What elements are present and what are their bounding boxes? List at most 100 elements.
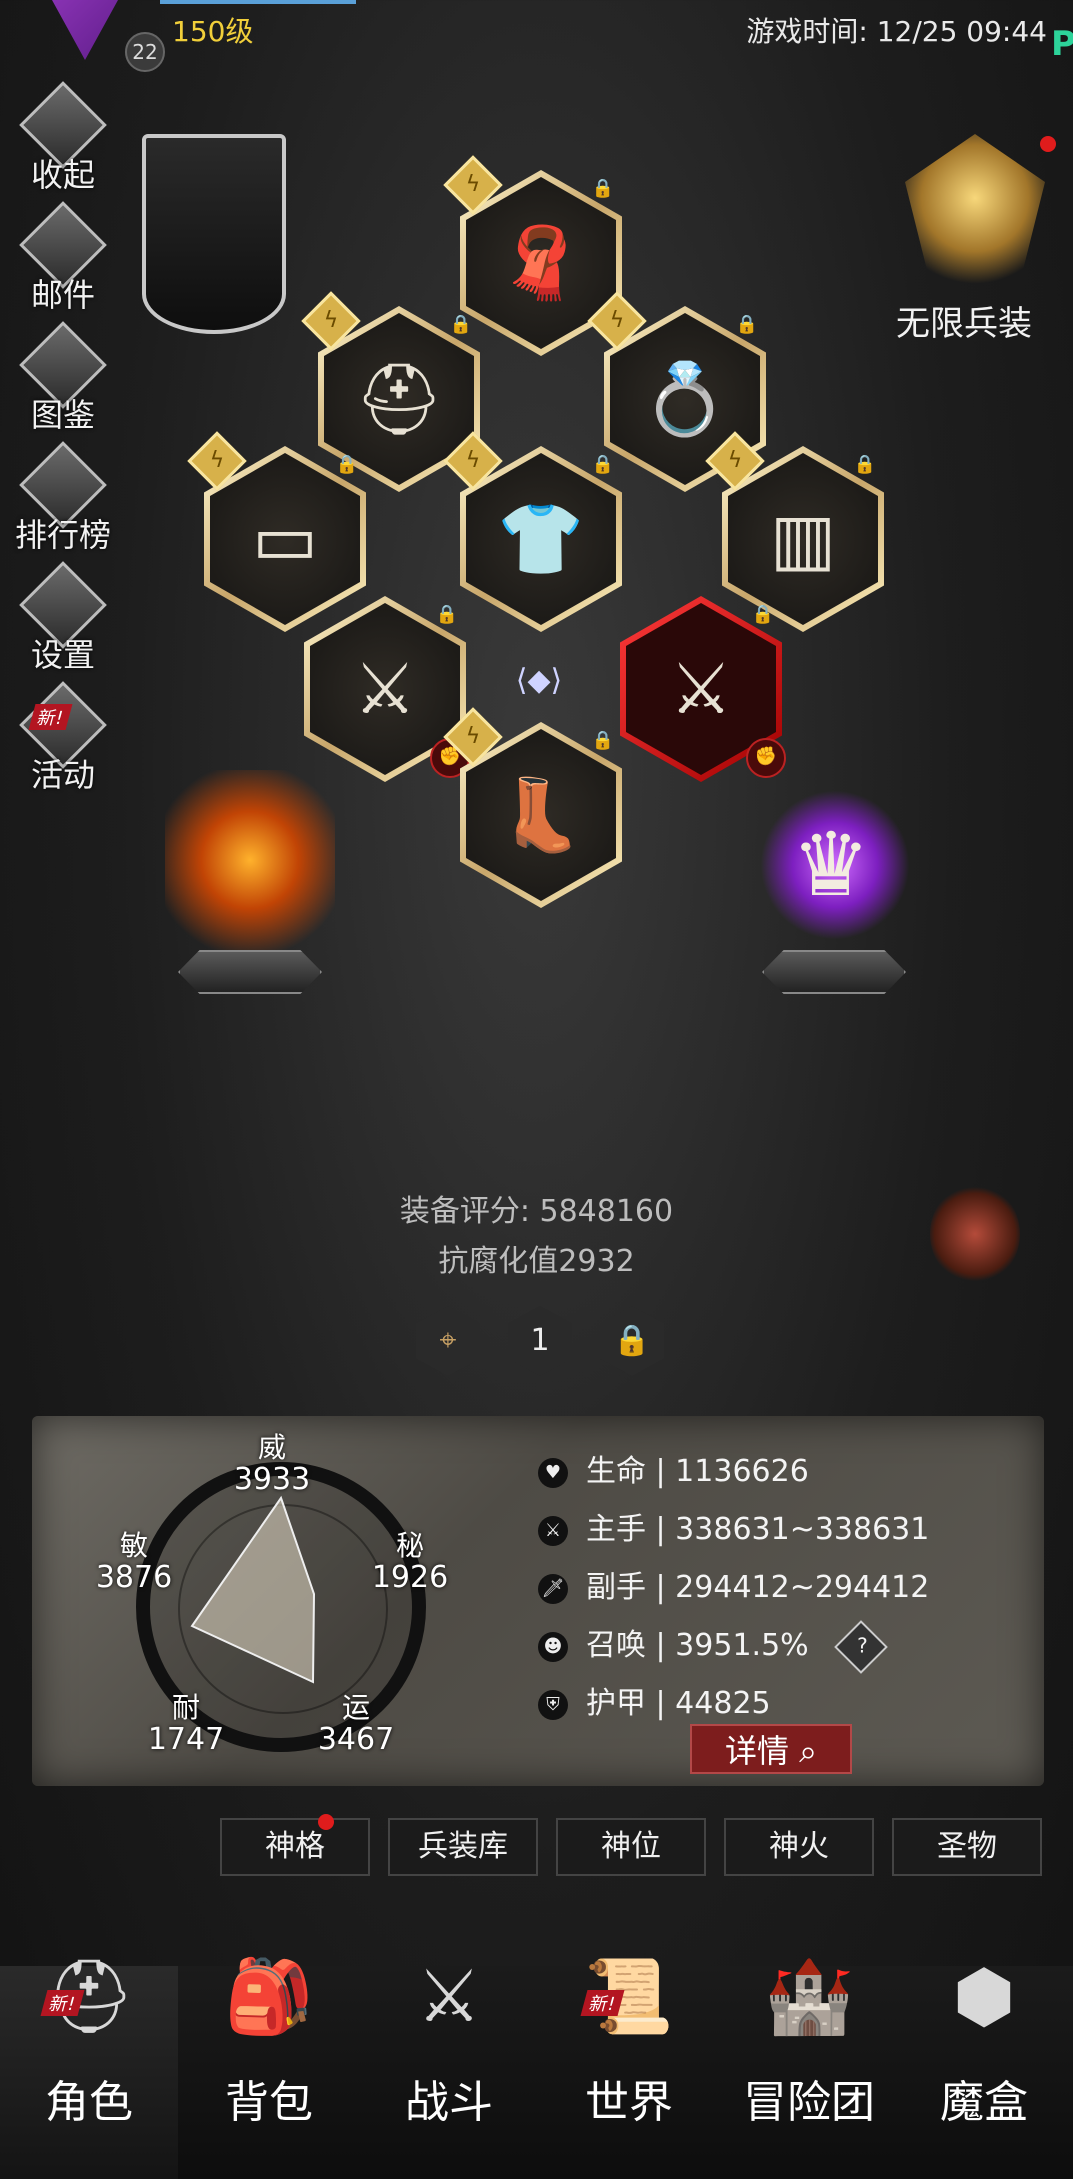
nav-label: 角色 (45, 2077, 133, 2128)
attribute-nai: 耐 1747 (146, 1692, 226, 1756)
stat-life-text: 生命 | 1136626 (586, 1454, 809, 1489)
attribute-name: 耐 (171, 1691, 200, 1724)
nav-world[interactable]: 📜 新! 世界 (540, 1954, 718, 2179)
attribute-name: 敏 (119, 1529, 148, 1562)
notification-dot (1040, 136, 1056, 152)
infinite-gear-label[interactable]: 无限兵装 (896, 296, 1032, 345)
help-icon[interactable]: ? (834, 1619, 889, 1674)
tab-god-position[interactable]: 神位 (556, 1818, 706, 1876)
attribute-name: 运 (341, 1691, 370, 1724)
experience-bar (160, 0, 356, 4)
side-menu-activity[interactable]: 新! 活动 (8, 681, 118, 796)
avatar-level-badge: 22 (125, 32, 165, 72)
new-badge: 新! (28, 704, 73, 730)
game-time: 游戏时间: 12/25 09:44 (746, 15, 1047, 48)
corruption-resistance: 抗腐化值2932 (438, 1244, 635, 1279)
nav-magic-box[interactable]: ⬢ 魔盒 (895, 1954, 1073, 2179)
side-menu-settings[interactable]: 设置 (8, 561, 118, 676)
fist-down-icon: ✊ (746, 738, 786, 778)
nav-label: 冒险团 (743, 2077, 875, 2128)
side-menu-label: 活动 (30, 756, 95, 794)
attribute-value: 1926 (371, 1560, 449, 1595)
side-menu-label: 邮件 (30, 276, 95, 314)
bottom-navigation: ⛑ 新! 角色 🎒 背包 ⚔ 战斗 📜 新! 世界 🏰 冒险团 ⬢ 魔盒 (0, 1954, 1073, 2179)
dagger-icon: 🗡 (538, 1573, 568, 1604)
equipment-score: 装备评分: 5848160 (399, 1194, 674, 1229)
side-menu-label: 收起 (30, 156, 95, 194)
stat-life: ♥ 生命 | 1136626 (538, 1446, 809, 1490)
summon-icon: ☻ (538, 1631, 568, 1662)
nav-label: 魔盒 (940, 2077, 1028, 2128)
heart-icon: ♥ (538, 1457, 568, 1488)
equipment-slot-boots[interactable]: 👢 ϟ 🔒 (443, 707, 622, 908)
side-menu-label: 图鉴 (30, 396, 95, 434)
crown-icon[interactable]: ♛ (776, 810, 886, 920)
armor-icon: ⛨ (538, 1689, 568, 1720)
magnifier-icon: ⌕ (788, 1732, 818, 1770)
side-menu-label: 设置 (30, 636, 95, 674)
lock-icon: 🔒 (449, 314, 472, 335)
stat-off-hand: 🗡 副手 | 294412~294412 (538, 1562, 929, 1606)
side-menu-ranking[interactable]: 排行榜 (8, 441, 118, 556)
player-level: 150级 (172, 15, 254, 48)
tab-divine-fire[interactable]: 神火 (724, 1818, 874, 1876)
attribute-wei: 威 3933 (232, 1432, 312, 1496)
nav-battle[interactable]: ⚔ 战斗 (360, 1954, 538, 2179)
side-menu-collapse[interactable]: 收起 (8, 81, 118, 196)
overlay-app-icon[interactable]: P (1051, 24, 1073, 64)
infinite-gear-icon[interactable] (905, 134, 1045, 294)
attribute-mi: 秘 1926 (370, 1530, 450, 1594)
stat-main-hand-text: 主手 | 338631~338631 (586, 1512, 930, 1547)
nav-label: 背包 (225, 2077, 313, 2128)
castle-icon: 🏰 (764, 1954, 854, 2038)
sword-icon: ⚔ (538, 1515, 568, 1546)
lock-icon: 🔒 (591, 730, 614, 751)
attribute-value: 1747 (147, 1722, 225, 1757)
stat-armor: ⛨ 护甲 | 44825 (538, 1678, 771, 1722)
attribute-name: 秘 (395, 1529, 424, 1562)
lock-icon: 🔒 (591, 178, 614, 199)
equipment-slot-main-weapon[interactable]: ⚔ 🔒 ✊ (304, 596, 470, 782)
nav-adventure-group[interactable]: 🏰 冒险团 (720, 1954, 898, 2179)
side-menu-codex[interactable]: 图鉴 (8, 321, 118, 436)
side-menu-mail[interactable]: 邮件 (8, 201, 118, 316)
notification-dot (318, 1814, 334, 1830)
nav-character[interactable]: ⛑ 新! 角色 (0, 1954, 178, 2179)
swap-weapons-icon[interactable]: ⟨◆⟩ (484, 663, 594, 703)
player-avatar[interactable] (30, 0, 140, 60)
stat-summon: ☻ 召唤 | 3951.5% ? (538, 1619, 889, 1674)
stat-main-hand: ⚔ 主手 | 338631~338631 (538, 1504, 929, 1548)
new-badge: 新! (40, 1990, 85, 2016)
tab-relics[interactable]: 圣物 (892, 1818, 1042, 1876)
fire-orb-icon[interactable] (165, 770, 335, 970)
details-button[interactable]: 详情 ⌕ (690, 1724, 852, 1774)
equipment-slot-armor[interactable]: 👕 ϟ 🔒 (443, 431, 622, 632)
loadout-1-button[interactable]: 1 (508, 1306, 572, 1376)
attribute-yun: 运 3467 (316, 1692, 396, 1756)
side-menu-label: 排行榜 (14, 516, 111, 554)
nav-label: 世界 (585, 2077, 673, 2128)
tab-armory[interactable]: 兵装库 (388, 1818, 538, 1876)
attribute-value: 3876 (95, 1560, 173, 1595)
lock-icon: 🔒 (591, 454, 614, 475)
attribute-name: 威 (257, 1431, 286, 1464)
pedestal-left (178, 950, 322, 994)
lock-icon: 🔒 (435, 604, 458, 625)
equipment-slot-offhand-weapon[interactable]: ⚔ 🔒 ✊ (620, 596, 786, 782)
location-pin-icon[interactable]: ⌖ (416, 1306, 480, 1376)
guild-banner[interactable] (142, 134, 286, 334)
attribute-value: 3933 (233, 1462, 311, 1497)
stat-off-hand-text: 副手 | 294412~294412 (586, 1570, 930, 1605)
cube-icon: ⬢ (952, 1954, 1016, 2038)
pedestal-right (762, 950, 906, 994)
lock-icon: 🔒 (735, 314, 758, 335)
sword-shield-icon: ⚔ (416, 1954, 482, 2038)
tab-divinity[interactable]: 神格 (220, 1818, 370, 1876)
new-badge: 新! (580, 1990, 625, 2016)
rank-emblem-icon[interactable] (930, 1184, 1020, 1284)
attribute-min: 敏 3876 (94, 1530, 174, 1594)
stat-armor-text: 护甲 | 44825 (586, 1686, 771, 1721)
nav-backpack[interactable]: 🎒 背包 (180, 1954, 358, 2179)
lock-icon[interactable]: 🔒 (600, 1306, 664, 1376)
lock-icon: 🔒 (751, 604, 774, 625)
